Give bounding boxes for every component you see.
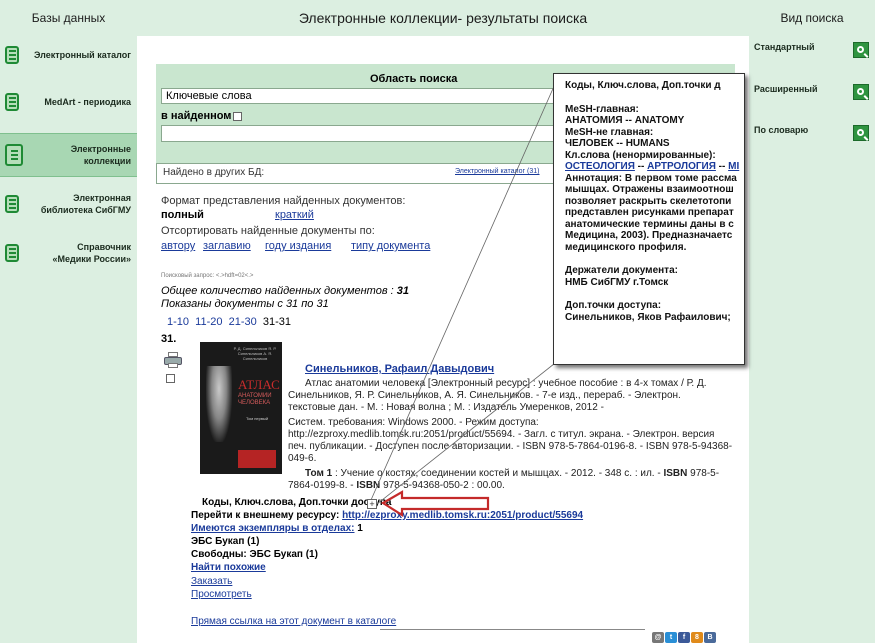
popup-holders-label: Держатели документа: — [565, 265, 678, 276]
popup-annotation-line: Медицина, 2003). Предназначаетс — [565, 230, 733, 241]
keyword-sep: -- — [715, 161, 729, 172]
keyword-sep: -- — [634, 161, 648, 172]
popup-access: Синельников, Яков Рафаилович; — [565, 311, 731, 323]
callout-line — [376, 359, 560, 505]
keyword-link[interactable]: МІ — [728, 161, 739, 172]
popup-annotation-line: позволяет раскрыть скелетотопи — [565, 195, 732, 207]
popup-holders: НМБ СибГМУ г.Томск — [565, 276, 669, 288]
popup-keywords-label: Кл.слова (ненормированные): — [565, 149, 716, 161]
popup-annotation-line: представлен рисунками препарат — [565, 207, 734, 218]
popup-annotation-line: Аннотация: В первом томе рассма — [565, 172, 737, 184]
keyword-link[interactable]: ОСТЕОЛОГИЯ — [565, 161, 635, 172]
popup-annotation-line: медицинского профиля. — [565, 241, 687, 253]
popup-mesh-other: ЧЕЛОВЕК -- HUMANS — [565, 138, 670, 149]
popup-mesh-other-label: MeSH-не главная: — [565, 126, 654, 138]
popup-annotation-line: мышцах. Отражены взаимоотнош — [565, 184, 734, 195]
keyword-link[interactable]: АРТРОЛОГИЯ — [647, 161, 716, 172]
popup-mesh-main-label: MeSH-главная: — [565, 103, 639, 115]
popup-keywords: ОСТЕОЛОГИЯ -- АРТРОЛОГИЯ -- МІ — [565, 161, 739, 173]
popup-annotation-line: анатомические термины даны в с — [565, 218, 734, 230]
popup-header: Коды, Ключ.слова, Доп.точки д — [565, 80, 721, 91]
callout-line — [370, 74, 560, 501]
red-arrow-icon — [380, 490, 490, 517]
codes-popup: Коды, Ключ.слова, Доп.точки д MeSH-главн… — [553, 73, 745, 365]
popup-mesh-main: АНАТОМИЯ -- ANATOMY — [565, 115, 685, 126]
popup-access-label: Доп.точки доступа: — [565, 300, 662, 311]
